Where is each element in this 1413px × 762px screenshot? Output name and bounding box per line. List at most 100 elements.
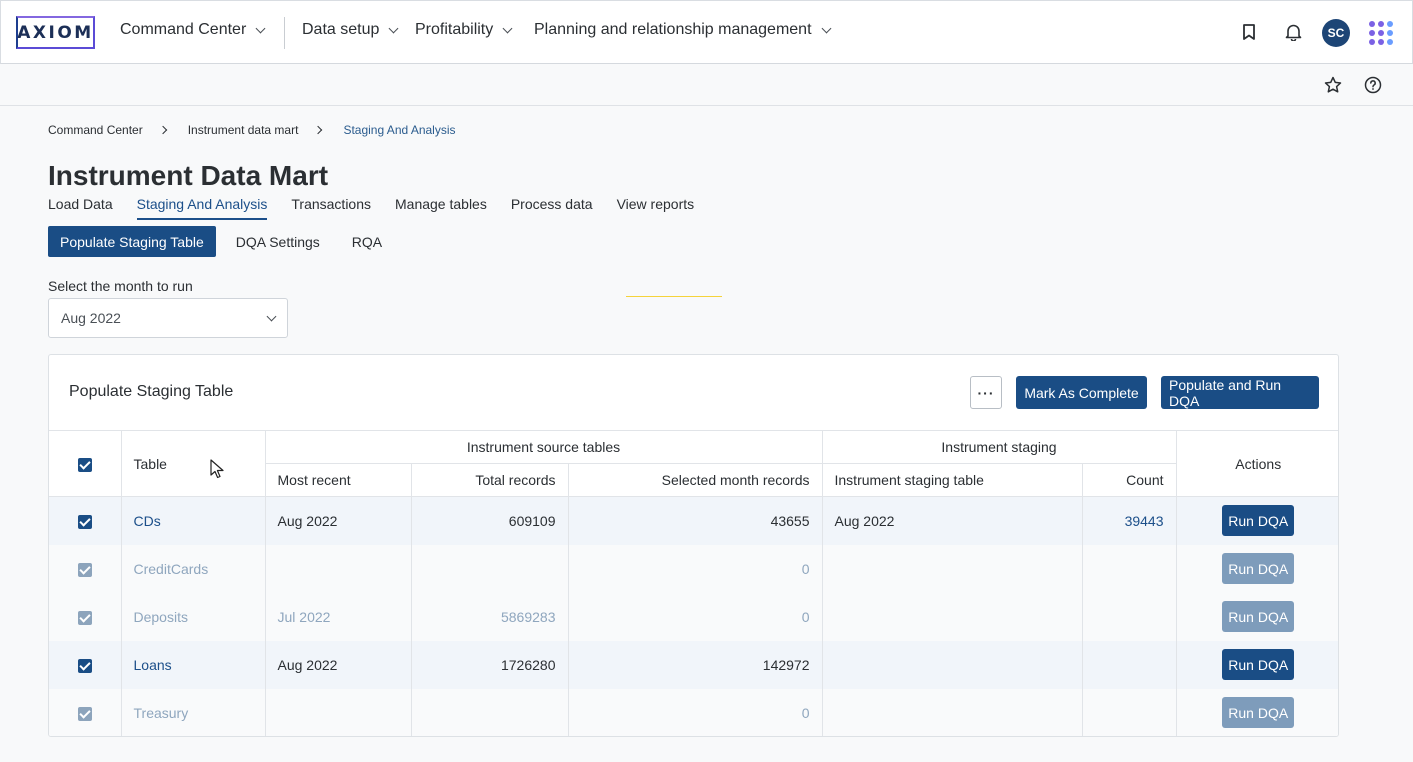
row-checkbox[interactable] xyxy=(77,658,92,673)
subtab-bar: Populate Staging Table DQA Settings RQA xyxy=(48,226,402,257)
row-name: Deposits xyxy=(121,592,266,641)
card-title: Populate Staging Table xyxy=(69,383,234,400)
row-count xyxy=(1082,592,1177,641)
row-checkbox[interactable] xyxy=(77,562,92,577)
row-staging xyxy=(822,544,1083,593)
populate-staging-card: Populate Staging Table ··· Mark As Compl… xyxy=(48,354,1339,737)
nav-label: Data setup xyxy=(302,21,380,38)
nav-command-center[interactable]: Command Center xyxy=(120,21,266,39)
breadcrumb-current: Staging And Analysis xyxy=(343,123,456,137)
chevron-down-icon xyxy=(502,23,513,33)
row-most-recent xyxy=(265,544,412,593)
breadcrumb: Command Center Instrument data mart Stag… xyxy=(48,123,456,137)
row-most-recent: Aug 2022 xyxy=(265,640,412,689)
run-dqa-button[interactable]: Run DQA xyxy=(1222,697,1295,728)
select-all-checkbox[interactable] xyxy=(77,457,92,472)
select-all-cell xyxy=(49,430,122,497)
row-count[interactable]: 39443 xyxy=(1082,496,1177,545)
table-row[interactable]: Deposits Jul 2022 5869283 0 Run DQA xyxy=(49,592,1338,641)
nav-profitability[interactable]: Profitability xyxy=(415,21,513,39)
row-name: CreditCards xyxy=(121,544,266,593)
row-total xyxy=(411,544,569,593)
row-total: 609109 xyxy=(411,496,569,545)
row-checkbox[interactable] xyxy=(77,514,92,529)
tab-view-reports[interactable]: View reports xyxy=(617,196,695,220)
row-total: 1726280 xyxy=(411,640,569,689)
tab-manage-tables[interactable]: Manage tables xyxy=(395,196,487,220)
run-dqa-button[interactable]: Run DQA xyxy=(1222,505,1295,537)
chevron-right-icon xyxy=(158,125,167,135)
tab-transactions[interactable]: Transactions xyxy=(291,196,371,220)
subtab-rqa[interactable]: RQA xyxy=(340,226,394,257)
more-options-button[interactable]: ··· xyxy=(970,376,1002,409)
app-grid-icon[interactable] xyxy=(1369,21,1393,45)
run-dqa-button[interactable]: Run DQA xyxy=(1222,601,1295,632)
mark-as-complete-button[interactable]: Mark As Complete xyxy=(1016,376,1147,409)
row-most-recent: Aug 2022 xyxy=(265,496,412,545)
page-title: Instrument Data Mart xyxy=(48,160,329,191)
help-icon[interactable] xyxy=(1363,75,1383,95)
row-most-recent: Jul 2022 xyxy=(265,592,412,641)
user-avatar[interactable]: SC xyxy=(1322,19,1350,47)
tab-process-data[interactable]: Process data xyxy=(511,196,593,220)
tab-load-data[interactable]: Load Data xyxy=(48,196,113,220)
row-staging: Aug 2022 xyxy=(822,496,1083,545)
nav-label: Profitability xyxy=(415,21,494,38)
table-row[interactable]: Loans Aug 2022 1726280 142972 Run DQA xyxy=(49,640,1338,689)
nav-data-setup[interactable]: Data setup xyxy=(302,21,399,39)
nav-planning[interactable]: Planning and relationship management xyxy=(534,21,831,39)
month-select-value: Aug 2022 xyxy=(61,310,121,326)
row-selected: 43655 xyxy=(568,496,823,545)
header-group-staging: Instrument staging xyxy=(822,430,1177,464)
row-selected: 0 xyxy=(568,688,823,736)
month-select-label: Select the month to run xyxy=(48,278,193,294)
nav-label: Command Center xyxy=(120,21,247,38)
subtab-dqa-settings[interactable]: DQA Settings xyxy=(224,226,332,257)
row-name[interactable]: Loans xyxy=(121,640,266,689)
row-selected: 0 xyxy=(568,592,823,641)
staging-table: Table Instrument source tables Instrumen… xyxy=(49,430,1338,736)
top-navigation-bar: AXIOM Command Center Data setup Profitab… xyxy=(0,0,1413,64)
bookmark-icon[interactable] xyxy=(1238,21,1260,43)
row-name: Treasury xyxy=(121,688,266,736)
run-dqa-button[interactable]: Run DQA xyxy=(1222,553,1295,584)
row-checkbox[interactable] xyxy=(77,610,92,625)
row-staging xyxy=(822,640,1083,689)
tab-staging-and-analysis[interactable]: Staging And Analysis xyxy=(136,196,268,220)
logo-text: AXIOM xyxy=(17,22,94,43)
row-checkbox[interactable] xyxy=(77,706,92,721)
populate-and-run-dqa-button[interactable]: Populate and Run DQA xyxy=(1161,376,1319,409)
row-staging xyxy=(822,688,1083,736)
bell-icon[interactable] xyxy=(1282,21,1304,43)
nav-divider xyxy=(284,17,285,49)
table-row[interactable]: CDs Aug 2022 609109 43655 Aug 2022 39443… xyxy=(49,496,1338,545)
breadcrumb-instrument-data-mart[interactable]: Instrument data mart xyxy=(188,123,299,137)
header-most-recent[interactable]: Most recent xyxy=(265,463,412,497)
header-selected-month[interactable]: Selected month records xyxy=(568,463,823,497)
header-table[interactable]: Table xyxy=(121,430,266,497)
month-select[interactable]: Aug 2022 xyxy=(48,298,288,338)
axiom-logo[interactable]: AXIOM xyxy=(16,16,95,49)
chevron-down-icon xyxy=(255,23,266,33)
row-total: 5869283 xyxy=(411,592,569,641)
header-group-source: Instrument source tables xyxy=(265,430,823,464)
row-name[interactable]: CDs xyxy=(121,496,266,545)
row-count xyxy=(1082,688,1177,736)
chevron-down-icon xyxy=(821,23,831,33)
breadcrumb-command-center[interactable]: Command Center xyxy=(48,123,143,137)
run-dqa-button[interactable]: Run DQA xyxy=(1222,649,1295,680)
header-total-records[interactable]: Total records xyxy=(411,463,569,497)
chevron-down-icon xyxy=(266,311,277,322)
table-row[interactable]: CreditCards 0 Run DQA xyxy=(49,544,1338,593)
chevron-right-icon xyxy=(314,125,323,135)
mouse-cursor-icon xyxy=(210,459,224,482)
row-total xyxy=(411,688,569,736)
row-selected: 0 xyxy=(568,544,823,593)
table-row[interactable]: Treasury 0 Run DQA xyxy=(49,688,1338,736)
star-icon[interactable] xyxy=(1323,75,1343,95)
nav-label: Planning and relationship management xyxy=(534,21,812,38)
subtab-populate-staging-table[interactable]: Populate Staging Table xyxy=(48,226,216,257)
header-count[interactable]: Count xyxy=(1082,463,1177,497)
header-staging-table[interactable]: Instrument staging table xyxy=(822,463,1083,497)
tab-bar: Load Data Staging And Analysis Transacti… xyxy=(48,196,718,220)
